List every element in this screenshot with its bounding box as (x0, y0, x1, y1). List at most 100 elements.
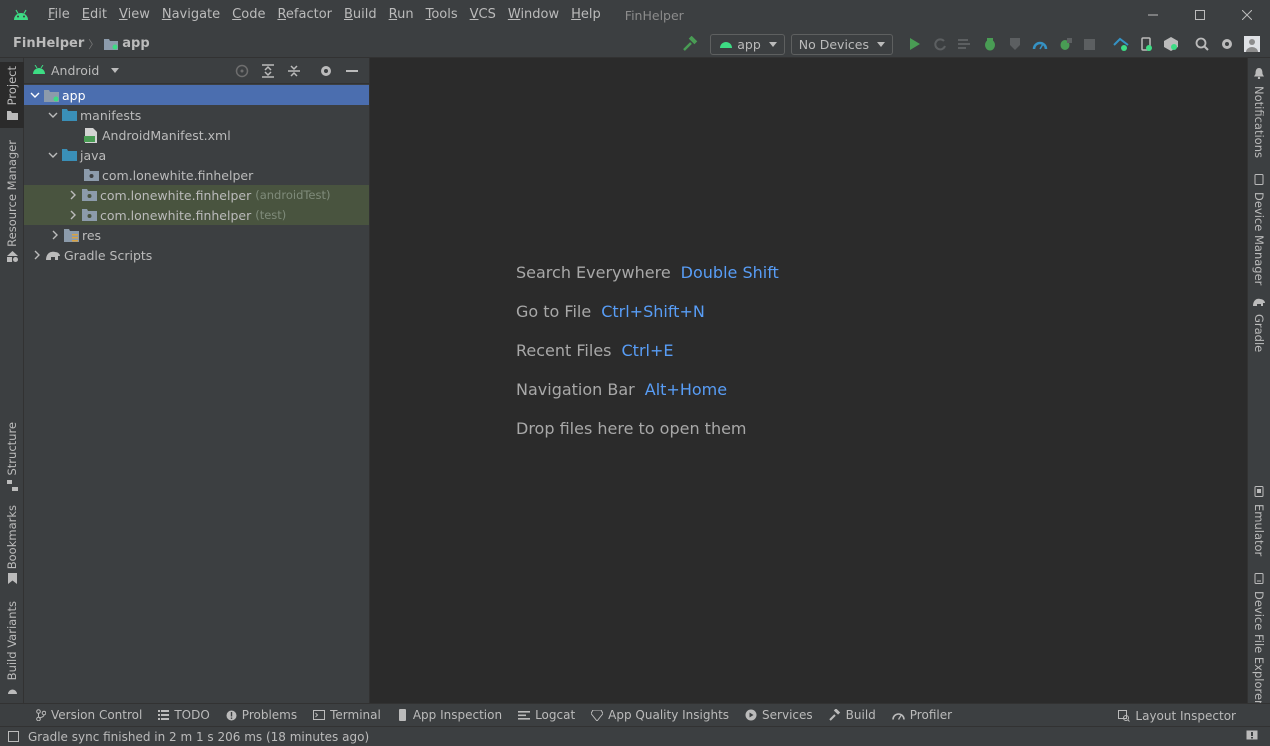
menu-tools[interactable]: Tools (420, 0, 464, 30)
status-message[interactable]: Gradle sync finished in 2 m 1 s 206 ms (… (28, 730, 369, 744)
toggle-tool-windows-icon[interactable] (8, 731, 19, 742)
chevron-right-icon[interactable] (47, 225, 63, 245)
tab-problems[interactable]: Problems (218, 704, 305, 727)
tab-build[interactable]: Build (821, 704, 884, 727)
tab-todo[interactable]: TODO (150, 704, 217, 727)
menu-vcs[interactable]: VCS (464, 0, 502, 30)
breadcrumb-project[interactable]: FinHelper (13, 36, 84, 51)
run-icon[interactable] (902, 33, 927, 55)
editor-empty-area[interactable]: Search Everywhere Double Shift Go to File… (370, 58, 1247, 703)
device-manager-icon[interactable] (1133, 33, 1158, 55)
tab-bookmarks[interactable]: Bookmarks (0, 505, 24, 587)
profile-icon[interactable] (1027, 33, 1052, 55)
run-with-coverage-icon[interactable] (1002, 33, 1027, 55)
tree-item-package-android-test[interactable]: com.lonewhite.finhelper (androidTest) (24, 185, 369, 205)
chevron-down-icon[interactable] (27, 85, 43, 105)
close-button[interactable] (1223, 0, 1270, 30)
apply-changes-restart-icon[interactable] (927, 33, 952, 55)
make-project-hammer-icon[interactable] (677, 33, 702, 55)
android-studio-logo-icon (0, 9, 42, 21)
project-view-mode-select[interactable]: Android (51, 63, 99, 78)
collapse-all-icon[interactable] (281, 60, 307, 82)
chevron-right-icon[interactable] (65, 205, 81, 225)
account-avatar-icon[interactable] (1239, 33, 1264, 55)
main-toolbar: app No Devices (677, 30, 1264, 58)
device-file-explorer-icon (1254, 573, 1264, 587)
tab-project[interactable]: Project (0, 62, 24, 128)
window-title: FinHelper (624, 7, 684, 23)
tree-item-gradle-scripts[interactable]: Gradle Scripts (24, 245, 369, 265)
diamond-icon (591, 709, 604, 721)
navigation-bar: FinHelper 〉 app app No Devices (0, 30, 1270, 58)
search-icon[interactable] (1189, 33, 1214, 55)
tab-device-file-explorer[interactable]: Device File Explorer (1248, 573, 1270, 705)
build-hammer-icon (828, 709, 841, 721)
attach-debugger-icon[interactable] (1052, 33, 1077, 55)
menu-build[interactable]: Build (338, 0, 383, 30)
manifest-file-icon (83, 127, 99, 143)
tree-item-app[interactable]: app (24, 85, 369, 105)
menu-file[interactable]: File (42, 0, 76, 30)
device-select[interactable]: No Devices (790, 33, 893, 55)
chevron-down-icon[interactable] (111, 68, 120, 73)
module-folder-icon (103, 36, 119, 52)
tree-item-java[interactable]: java (24, 145, 369, 165)
tab-app-quality-insights[interactable]: App Quality Insights (583, 704, 737, 727)
sdk-manager-icon[interactable] (1158, 33, 1183, 55)
minimize-button[interactable] (1129, 0, 1176, 30)
todo-list-icon (158, 710, 170, 720)
tab-services[interactable]: Services (737, 704, 821, 727)
emulator-icon (1254, 486, 1264, 500)
tab-app-inspection[interactable]: App Inspection (389, 704, 510, 727)
sync-gradle-icon[interactable] (1108, 33, 1133, 55)
tree-item-manifests[interactable]: manifests (24, 105, 369, 125)
menu-refactor[interactable]: Refactor (271, 0, 338, 30)
gradle-icon (45, 247, 61, 263)
chevron-down-icon (768, 41, 777, 47)
tree-item-package-test[interactable]: com.lonewhite.finhelper (test) (24, 205, 369, 225)
settings-gear-icon[interactable] (1214, 33, 1239, 55)
maximize-button[interactable] (1176, 0, 1223, 30)
tab-emulator[interactable]: Emulator (1248, 486, 1270, 556)
problems-info-icon (226, 710, 237, 721)
tab-gradle[interactable]: Gradle (1248, 296, 1270, 352)
expand-all-icon[interactable] (255, 60, 281, 82)
tab-resource-manager[interactable]: Resource Manager (0, 140, 24, 265)
tab-structure[interactable]: Structure (0, 422, 24, 494)
breadcrumb: FinHelper 〉 app (0, 36, 150, 52)
chevron-right-icon[interactable] (29, 245, 45, 265)
menu-window[interactable]: Window (502, 0, 565, 30)
select-opened-file-icon[interactable] (229, 60, 255, 82)
menu-navigate[interactable]: Navigate (156, 0, 226, 30)
menu-code[interactable]: Code (226, 0, 271, 30)
tab-device-manager[interactable]: Device Manager (1248, 174, 1270, 285)
tab-notifications[interactable]: Notifications (1248, 68, 1270, 158)
tab-build-variants[interactable]: Build Variants (0, 601, 24, 698)
hide-panel-icon[interactable] (339, 60, 365, 82)
tab-logcat[interactable]: Logcat (510, 704, 583, 727)
options-gear-icon[interactable] (313, 60, 339, 82)
bottom-tool-window-bar: Version Control TODO Problems Terminal A… (0, 703, 1270, 726)
tree-item-res[interactable]: res (24, 225, 369, 245)
stop-icon[interactable] (1077, 33, 1102, 55)
git-branch-icon (36, 709, 46, 721)
tab-version-control[interactable]: Version Control (28, 704, 150, 727)
chevron-right-icon[interactable] (65, 185, 81, 205)
tab-profiler[interactable]: Profiler (884, 704, 960, 727)
debug-icon[interactable] (977, 33, 1002, 55)
tree-item-android-manifest[interactable]: AndroidManifest.xml (24, 125, 369, 145)
tab-layout-inspector[interactable]: Layout Inspector (1110, 704, 1244, 727)
menu-run[interactable]: Run (383, 0, 420, 30)
tree-item-package-main[interactable]: com.lonewhite.finhelper (24, 165, 369, 185)
breadcrumb-module[interactable]: app (122, 36, 149, 51)
apply-code-changes-icon[interactable] (952, 33, 977, 55)
menu-view[interactable]: View (113, 0, 156, 30)
run-configuration-select[interactable]: app (710, 33, 785, 55)
event-log-icon[interactable] (1246, 730, 1258, 745)
profiler-gauge-icon (891, 711, 905, 720)
chevron-down-icon[interactable] (45, 145, 61, 165)
menu-edit[interactable]: Edit (76, 0, 113, 30)
chevron-down-icon[interactable] (45, 105, 61, 125)
tab-terminal[interactable]: Terminal (305, 704, 389, 727)
menu-help[interactable]: Help (565, 0, 607, 30)
